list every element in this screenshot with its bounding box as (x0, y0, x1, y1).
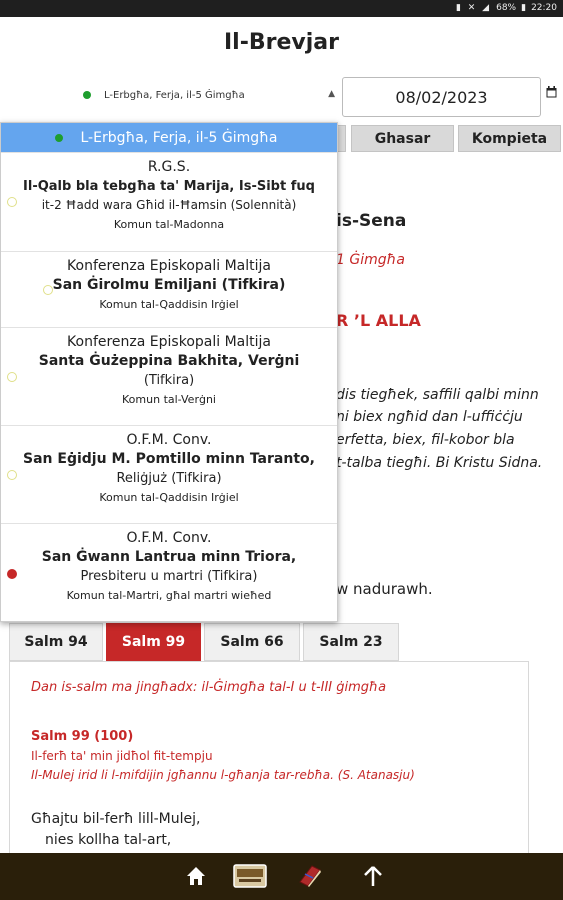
calendar-icon[interactable] (546, 86, 557, 98)
day-dropdown[interactable]: L-Erbgħa, Ferja, il-5 Ġimgħa R.G.S. Il-Q… (0, 122, 338, 622)
invitatory-line: w nadurawh. (336, 580, 433, 598)
prayer-section-title: R ’L ALLA (336, 311, 421, 330)
tab-kompieta[interactable]: Kompieta (458, 125, 561, 152)
psalm-antiphon: Dan is-salm ma jingħadx: il-Ġimgħa tal-I… (31, 680, 387, 695)
dropdown-item-order: O.F.M. Conv. (126, 432, 212, 448)
dropdown-item-common: Komun tal-Qaddisin Irġiel (99, 298, 239, 311)
radio-icon (43, 285, 53, 295)
dropdown-item-title: Santa Ġużeppina Bakhita, Verġni (38, 353, 300, 369)
dropdown-item-egidju[interactable]: O.F.M. Conv. San Eġidju M. Pomtillo minn… (1, 426, 337, 524)
prayer-line: t-talba tiegħi. Bi Kristu Sidna. (336, 455, 543, 471)
dropdown-item-common: Komun tal-Madonna (113, 218, 225, 231)
book-button[interactable] (295, 861, 325, 891)
dropdown-item-bakhita[interactable]: Konferenza Episkopali Maltija Santa Ġuże… (1, 328, 337, 426)
day-selector-value: L-Erbgħa, Ferja, il-5 Ġimgħa (104, 89, 245, 101)
dropdown-item-order: Konferenza Episkopali Maltija (67, 334, 271, 350)
prayer-line: dis tiegħek, saffili qalbi minn (336, 387, 539, 403)
dropdown-item-title: Reliġjuż (Tifkira) (116, 471, 222, 486)
caret-up-icon: ▲ (328, 89, 335, 99)
clock: 22:20 (531, 3, 557, 13)
tab-salm-23[interactable]: Salm 23 (303, 623, 399, 661)
status-right: ▮ ✕ ◢ 68% ▮ 22:20 (456, 3, 557, 13)
radio-icon (7, 372, 17, 382)
psalm-heading: Salm 99 (100) (31, 729, 134, 744)
arrow-up-icon (364, 866, 382, 886)
week-label: 1 Ġimgħa (336, 252, 405, 268)
home-button[interactable] (181, 861, 211, 891)
dropdown-item-title: Il-Qalb bla tebgħa ta' Marija, Is-Sibt f… (23, 179, 315, 194)
tab-ghasar[interactable]: Ghasar (351, 125, 454, 152)
breviary-icon (233, 864, 267, 888)
dropdown-item-title: (Tifkira) (143, 373, 195, 388)
status-icons: ▮ ✕ ◢ (455, 3, 492, 13)
date-field[interactable]: 08/02/2023 (342, 77, 541, 117)
radio-icon (7, 197, 17, 207)
tab-salm-99[interactable]: Salm 99 (106, 623, 201, 661)
day-selector[interactable]: L-Erbgħa, Ferja, il-5 Ġimgħa ▲ (30, 80, 340, 110)
home-icon (187, 867, 205, 885)
battery-level: 68% (496, 3, 517, 13)
tab-salm-66[interactable]: Salm 66 (204, 623, 300, 661)
dropdown-item-qalb-marija[interactable]: R.G.S. Il-Qalb bla tebgħa ta' Marija, Is… (1, 153, 337, 252)
dropdown-item-common: Komun tal-Verġni (122, 393, 216, 406)
status-bar: ▮ ✕ ◢ 68% ▮ 22:20 (0, 0, 563, 17)
bottom-nav-bar (0, 853, 563, 900)
scroll-top-button[interactable] (358, 861, 388, 891)
section-heading: is-Sena (336, 211, 407, 231)
prayer-line: ni biex ngħid dan l-uffiċċju (336, 409, 523, 425)
psalm-verse: nies kollha tal-art, (45, 832, 172, 848)
dropdown-item-common: Komun tal-Martri, għal martri wieħed (66, 589, 272, 602)
app-title: Il-Brevjar (224, 30, 339, 55)
status-dot-icon (83, 91, 91, 99)
book-icon (299, 865, 321, 887)
dropdown-item-ferja[interactable]: L-Erbgħa, Ferja, il-5 Ġimgħa (1, 123, 337, 153)
dropdown-item-order: O.F.M. Conv. (126, 530, 212, 546)
dropdown-item-title: it-2 Ħadd wara Għid il-Ħamsin (Solennità… (41, 198, 297, 212)
dropdown-item-order: R.G.S. (147, 159, 191, 175)
psalm-subtitle: Il-ferħ ta' min jidħol fit-tempju (31, 749, 213, 763)
battery-icon: ▮ (521, 3, 527, 13)
dropdown-item-lantrua[interactable]: O.F.M. Conv. San Ġwann Lantrua minn Trio… (1, 524, 337, 621)
psalm-verse: Għajtu bil-ferħ lill-Mulej, (31, 811, 201, 827)
breviary-button[interactable] (232, 861, 268, 891)
red-dot-icon (7, 569, 17, 579)
dropdown-item-girolmu[interactable]: Konferenza Episkopali Maltija San Ġirolm… (1, 252, 337, 328)
dropdown-item-title: San Eġidju M. Pomtillo minn Taranto, (23, 451, 315, 467)
prayer-line: erfetta, biex, fil-kobor bla (336, 432, 515, 448)
dropdown-item-title: San Ġwann Lantrua minn Triora, (41, 549, 297, 565)
psalm-quote: Il-Mulej irid li l-mifdijin jgħannu l-għ… (31, 768, 415, 782)
green-dot-icon (55, 134, 63, 142)
dropdown-item-common: Komun tal-Qaddisin Irġiel (99, 491, 239, 504)
radio-icon (7, 470, 17, 480)
dropdown-item-label: L-Erbgħa, Ferja, il-5 Ġimgħa (80, 130, 278, 146)
dropdown-item-title: Presbiteru u martri (Tifkira) (80, 569, 258, 584)
dropdown-item-order: Konferenza Episkopali Maltija (67, 258, 271, 274)
tab-salm-94[interactable]: Salm 94 (9, 623, 103, 661)
